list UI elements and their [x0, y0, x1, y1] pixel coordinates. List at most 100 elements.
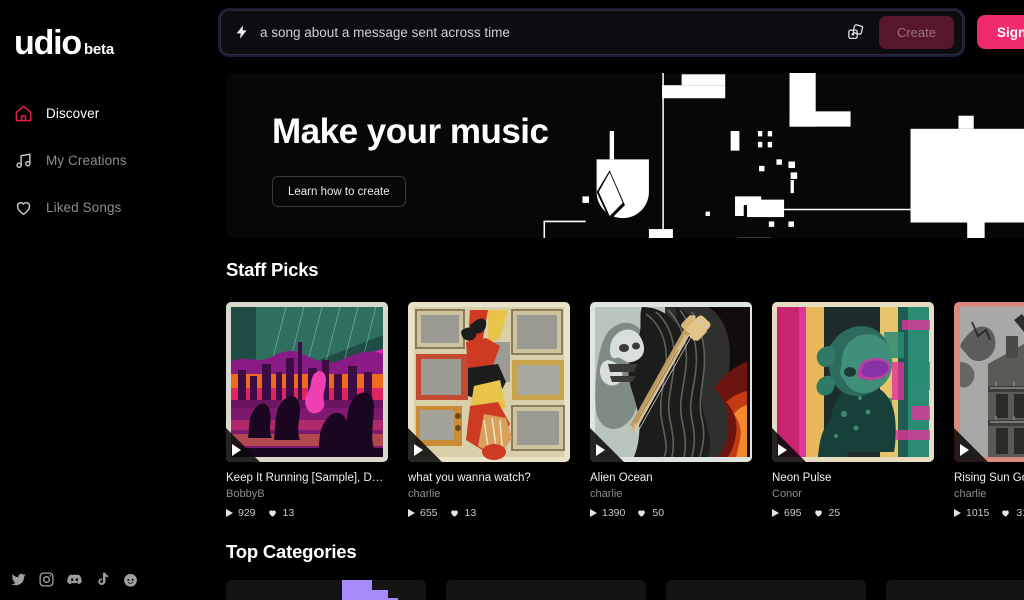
sidebar-nav: Discover My Creations Liked Songs — [0, 90, 218, 231]
play-count-value: 929 — [238, 507, 256, 519]
song-artwork[interactable] — [772, 302, 934, 462]
topbar: Create Sign In — [218, 0, 1024, 64]
tiktok-icon[interactable] — [94, 571, 111, 588]
song-card[interactable]: what you wanna watch? charlie 655 13 — [408, 302, 570, 519]
play-icon[interactable] — [778, 444, 787, 456]
sidebar-item-liked-songs[interactable]: Liked Songs — [0, 184, 218, 231]
learn-how-to-create-button[interactable]: Learn how to create — [272, 176, 406, 207]
like-count: 13 — [449, 507, 477, 519]
song-stats: 655 13 — [408, 507, 570, 519]
like-count-value: 25 — [828, 507, 841, 519]
song-stats: 695 25 — [772, 507, 934, 519]
song-stats: 929 13 — [226, 507, 388, 519]
social-links — [10, 571, 139, 588]
staff-picks-header: Staff Picks — [226, 255, 1024, 285]
song-artist: charlie — [954, 488, 987, 500]
like-count: 31 — [1000, 507, 1024, 519]
twitter-icon[interactable] — [10, 571, 27, 588]
search-bar[interactable]: Create — [220, 9, 963, 55]
brand-logo[interactable]: udio beta — [0, 14, 218, 60]
like-count-value: 31 — [1016, 507, 1024, 519]
sidebar: udio beta Discover My Creations Liked So… — [0, 0, 218, 600]
like-count-icon — [268, 510, 276, 517]
category-tile[interactable] — [226, 580, 426, 600]
hero-title: Make your music — [272, 112, 549, 151]
like-count-value: 13 — [464, 507, 477, 519]
section-title: Staff Picks — [226, 259, 319, 280]
dice-shuffle-icon[interactable] — [843, 19, 869, 45]
song-artist: charlie — [408, 488, 441, 500]
song-artwork[interactable] — [954, 302, 1024, 462]
sidebar-item-label: Liked Songs — [46, 200, 122, 215]
main-content: Create Sign In — [218, 0, 1024, 600]
sidebar-item-my-creations[interactable]: My Creations — [0, 137, 218, 184]
song-artwork[interactable] — [408, 302, 570, 462]
sidebar-item-label: My Creations — [46, 153, 127, 168]
section-title: Top Categories — [226, 541, 357, 562]
like-count-icon — [638, 510, 646, 517]
like-count-icon — [450, 510, 458, 517]
song-card[interactable]: Rising Sun Gospel charlie 1015 31 — [954, 302, 1024, 519]
top-categories-row — [226, 580, 1024, 600]
song-artwork[interactable] — [226, 302, 388, 462]
song-artist: charlie — [590, 488, 623, 500]
song-title: Rising Sun Gospel — [954, 472, 1024, 484]
song-card[interactable]: Neon Pulse Conor 695 25 — [772, 302, 934, 519]
play-count-value: 695 — [784, 507, 802, 519]
brand-beta-tag: beta — [83, 41, 114, 58]
song-card[interactable]: Keep It Running [Sample], Danc... BobbyB… — [226, 302, 388, 519]
play-count: 1390 — [590, 507, 625, 519]
like-count-icon — [1002, 510, 1010, 517]
song-artist: BobbyB — [226, 488, 265, 500]
play-icon[interactable] — [414, 444, 423, 456]
play-count: 929 — [226, 507, 256, 519]
play-count-icon — [954, 509, 961, 517]
song-artwork[interactable] — [590, 302, 752, 462]
staff-picks-carousel: Keep It Running [Sample], Danc... BobbyB… — [226, 302, 1024, 519]
category-tile[interactable] — [666, 580, 866, 600]
play-icon[interactable] — [960, 444, 969, 456]
play-icon[interactable] — [596, 444, 605, 456]
song-card[interactable]: Alien Ocean charlie 1390 50 — [590, 302, 752, 519]
song-stats: 1015 31 — [954, 507, 1024, 519]
lightning-bolt-icon — [234, 23, 250, 41]
like-count: 50 — [636, 507, 664, 519]
reddit-icon[interactable] — [122, 571, 139, 588]
play-count-value: 655 — [420, 507, 438, 519]
like-count-value: 50 — [652, 507, 665, 519]
like-count: 13 — [267, 507, 295, 519]
music-note-icon — [14, 151, 33, 170]
brand-name: udio — [14, 24, 82, 62]
song-title: Neon Pulse — [772, 472, 832, 484]
like-count: 25 — [813, 507, 841, 519]
hero-copy: Make your music Learn how to create — [272, 112, 549, 207]
create-button[interactable]: Create — [878, 15, 954, 49]
category-tile[interactable] — [886, 580, 1024, 600]
category-tile[interactable] — [446, 580, 646, 600]
instagram-icon[interactable] — [38, 571, 55, 588]
sidebar-item-discover[interactable]: Discover — [0, 90, 218, 137]
discord-icon[interactable] — [66, 571, 83, 588]
song-title: what you wanna watch? — [408, 472, 531, 484]
song-title: Keep It Running [Sample], Danc... — [226, 472, 388, 484]
heart-icon — [14, 198, 33, 217]
play-count-icon — [408, 509, 415, 517]
like-count-value: 13 — [282, 507, 295, 519]
play-count-icon — [226, 509, 233, 517]
scroll-content: Make your music Learn how to create Staf… — [218, 73, 1024, 600]
play-icon[interactable] — [232, 444, 241, 456]
play-count: 655 — [408, 507, 438, 519]
play-count: 1015 — [954, 507, 989, 519]
play-count-value: 1390 — [602, 507, 626, 519]
play-count-value: 1015 — [966, 507, 990, 519]
search-input[interactable] — [260, 24, 833, 40]
sidebar-item-label: Discover — [46, 106, 100, 121]
song-title: Alien Ocean — [590, 472, 653, 484]
home-icon — [14, 104, 33, 123]
play-count-icon — [772, 509, 779, 517]
sign-in-button[interactable]: Sign In — [977, 15, 1024, 49]
song-stats: 1390 50 — [590, 507, 752, 519]
play-count: 695 — [772, 507, 802, 519]
app-root: udio beta Discover My Creations Liked So… — [0, 0, 1024, 600]
song-artist: Conor — [772, 488, 802, 500]
